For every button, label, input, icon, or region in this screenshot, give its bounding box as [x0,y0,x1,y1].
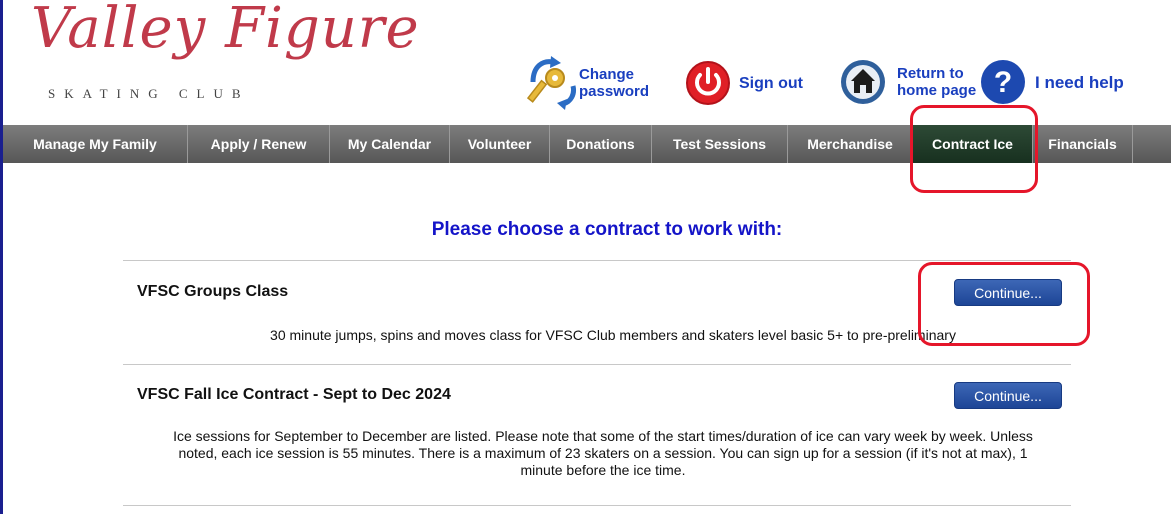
logo-script: Valley Figure [31,0,420,61]
help-label: I need help [1035,72,1124,92]
nav-merchandise[interactable]: Merchandise [788,125,913,163]
question-icon: ? [981,60,1025,104]
nav-apply-renew[interactable]: Apply / Renew [188,125,330,163]
main-content: Please choose a contract to work with: V… [3,163,1171,514]
return-home-line1: Return to [897,65,964,82]
contract-description: 30 minute jumps, spins and moves class f… [270,327,956,343]
divider [123,505,1071,506]
club-logo[interactable]: Valley Figure SKATING CLUB [23,0,419,112]
nav-volunteer[interactable]: Volunteer [450,125,550,163]
logo-subtitle: SKATING CLUB [48,86,250,101]
nav-financials[interactable]: Financials [1033,125,1133,163]
contract-title: VFSC Groups Class [137,283,289,300]
nav-manage-my-family[interactable]: Manage My Family [3,125,188,163]
change-password-link[interactable]: Change password [527,56,649,110]
home-icon [841,60,885,104]
continue-button[interactable]: Continue... [954,279,1062,306]
return-home-link[interactable]: Return to home page [839,58,976,106]
divider [123,364,1071,365]
continue-button[interactable]: Continue... [954,382,1062,409]
return-home-label: Return to home page [897,65,976,99]
nav-my-calendar[interactable]: My Calendar [330,125,450,163]
divider [123,260,1071,261]
sign-out-link[interactable]: Sign out [685,60,803,106]
change-password-line2: password [579,83,650,100]
contract-title: VFSC Fall Ice Contract - Sept to Dec 202… [137,386,451,403]
power-icon [686,61,730,105]
change-password-label: Change password [579,66,649,100]
return-home-line2: home page [897,82,977,99]
nav-test-sessions[interactable]: Test Sessions [652,125,788,163]
header: Valley Figure SKATING CLUB Change passwo… [3,0,1171,121]
nav-contract-ice[interactable]: Contract Ice [913,125,1033,163]
contract-description: Ice sessions for September to December a… [173,428,1033,478]
svg-text:?: ? [994,66,1012,99]
nav-donations[interactable]: Donations [550,125,652,163]
sign-out-label: Sign out [739,74,803,92]
main-nav: Manage My Family Apply / Renew My Calend… [3,125,1171,163]
nav-filler [1133,125,1171,163]
page-title: Please choose a contract to work with: [431,219,783,240]
key-icon [527,56,576,110]
change-password-line1: Change [579,66,635,83]
help-link[interactable]: ? I need help [979,58,1124,106]
